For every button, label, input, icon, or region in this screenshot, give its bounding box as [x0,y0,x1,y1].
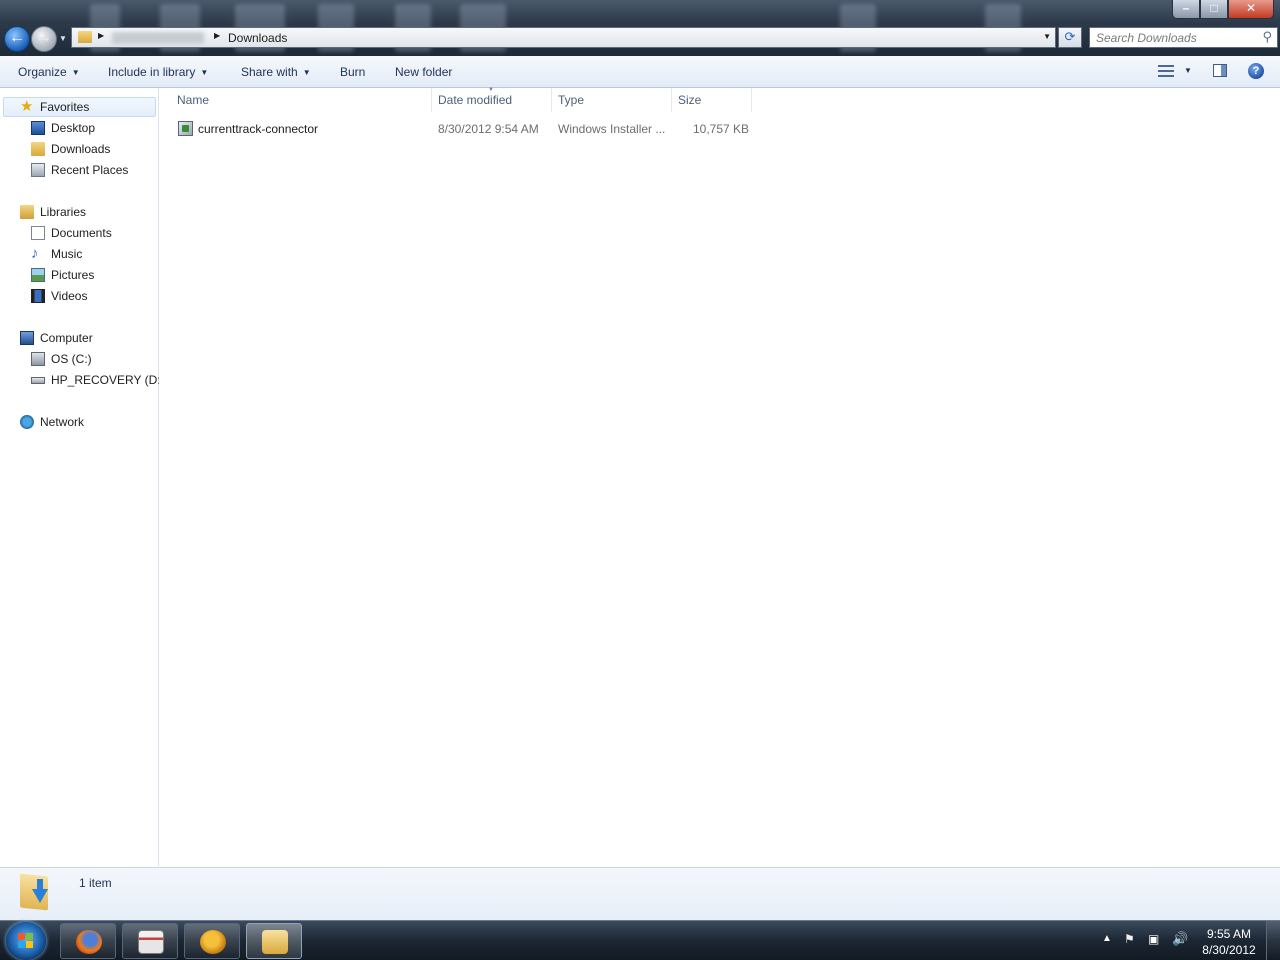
search-icon[interactable]: ⚲ [1262,29,1272,45]
taskbar-app-button[interactable] [122,923,178,959]
nav-item-label: Recent Places [51,163,129,177]
arrow-left-icon: ← [9,29,25,46]
chevron-right-icon[interactable]: ▶ [98,31,104,40]
column-header-name[interactable]: Name [171,88,432,112]
preview-pane-icon[interactable] [1213,64,1227,77]
taskbar-firefox-button[interactable] [60,923,116,959]
taskbar: ▲ ⚑ ▣ 🔊 9:55 AM 8/30/2012 [0,920,1280,960]
start-button[interactable] [6,922,46,960]
chevron-down-icon: ▼ [200,68,209,77]
chevron-down-icon[interactable]: ▼ [1043,32,1051,41]
share-with-button[interactable]: Share with ▼ [241,65,311,79]
nav-computer-label: Computer [40,331,93,345]
videos-icon [31,289,45,303]
folder-icon [78,31,92,43]
firefox-icon [76,930,102,954]
nav-item-label: HP_RECOVERY (D:) [51,373,165,387]
file-name[interactable]: currenttrack-connector [198,122,318,136]
back-button[interactable]: ← [4,26,30,52]
search-input[interactable] [1096,30,1256,45]
file-list-pane[interactable] [159,88,1280,866]
windows-installer-icon [178,121,193,136]
chevron-down-icon: ▼ [71,68,80,77]
star-icon: ★ [20,98,34,115]
refresh-button[interactable]: ⟳ [1058,27,1082,48]
organize-label: Organize [18,65,67,79]
arrow-right-icon: → [36,29,52,46]
file-type: Windows Installer ... [558,122,666,136]
nav-network-label: Network [40,415,85,429]
network-status-icon[interactable]: ▣ [1148,932,1159,946]
recent-places-icon [31,163,45,177]
title-bar: – □ ✕ ← → ▼ ▶ ▶ Downloads ▼ ⟳ ⚲ [0,0,1280,56]
volume-icon[interactable]: 🔊 [1172,931,1188,947]
explorer-folder-icon [262,930,288,954]
nav-item-label: Desktop [51,121,96,135]
close-button[interactable]: ✕ [1228,0,1274,19]
organize-button[interactable]: Organize ▼ [18,65,80,79]
libraries-icon [20,205,34,219]
taskbar-game-button[interactable] [184,923,240,959]
file-row[interactable]: currenttrack-connector 8/30/2012 9:54 AM… [170,118,750,140]
nav-favorites-label: Favorites [40,100,90,114]
desktop-icon [31,121,45,135]
change-view-dropdown[interactable]: ▼ [1184,66,1192,75]
include-in-library-label: Include in library [108,65,196,79]
nav-item-label: Videos [51,289,88,303]
downloads-folder-icon [20,873,52,913]
network-icon [20,415,34,429]
action-center-flag-icon[interactable]: ⚑ [1124,932,1135,946]
new-folder-button[interactable]: New folder [395,65,452,79]
file-date-modified: 8/30/2012 9:54 AM [438,122,539,136]
nav-item-label: Music [51,247,83,261]
downloads-folder-icon [31,142,45,156]
nav-item-label: Pictures [51,268,95,282]
show-hidden-icons-button[interactable]: ▲ [1102,933,1112,944]
character-icon [200,930,226,954]
refresh-icon: ⟳ [1064,29,1076,44]
documents-icon [31,226,45,240]
hard-drive-icon [31,377,45,384]
column-header-size[interactable]: Size [672,88,752,112]
system-clock[interactable]: 9:55 AM 8/30/2012 [1196,926,1262,958]
burn-button[interactable]: Burn [340,65,365,79]
search-box[interactable]: ⚲ [1089,27,1278,48]
details-pane: 1 item [0,867,1280,921]
column-header-type[interactable]: Type [552,88,672,112]
address-bar[interactable]: ▶ ▶ Downloads ▼ [71,27,1056,48]
chevron-right-icon[interactable]: ▶ [214,31,220,40]
breadcrumb-user-folder[interactable] [112,32,204,44]
breadcrumb-downloads[interactable]: Downloads [228,31,287,45]
maximize-button[interactable]: □ [1200,0,1228,19]
recent-pages-dropdown[interactable]: ▼ [59,34,67,43]
computer-icon [20,331,34,345]
pictures-icon [31,268,45,282]
view-details-icon[interactable] [1158,64,1174,78]
windows-logo-icon [18,933,34,949]
nav-libraries-label: Libraries [40,205,87,219]
file-size: 10,757 KB [693,122,750,136]
nav-item-label: Documents [51,226,112,240]
chevron-down-icon: ▼ [302,68,311,77]
taskbar-explorer-button[interactable] [246,923,302,959]
nav-item-label: OS (C:) [51,352,92,366]
sort-indicator-icon: ▼ [488,87,494,93]
minimize-button[interactable]: – [1172,0,1200,19]
share-with-label: Share with [241,65,298,79]
windows-drive-icon [31,352,45,366]
clock-time: 9:55 AM [1206,927,1252,941]
show-desktop-button[interactable] [1266,921,1280,960]
item-count: 1 item [79,876,112,890]
clock-date: 8/30/2012 [1202,943,1256,957]
music-note-icon: ♪ [31,245,39,262]
include-in-library-button[interactable]: Include in library ▼ [108,65,208,79]
help-icon[interactable]: ? [1248,63,1264,79]
nav-item-label: Downloads [51,142,111,156]
forward-button[interactable]: → [31,26,57,52]
application-window-icon [138,930,164,954]
